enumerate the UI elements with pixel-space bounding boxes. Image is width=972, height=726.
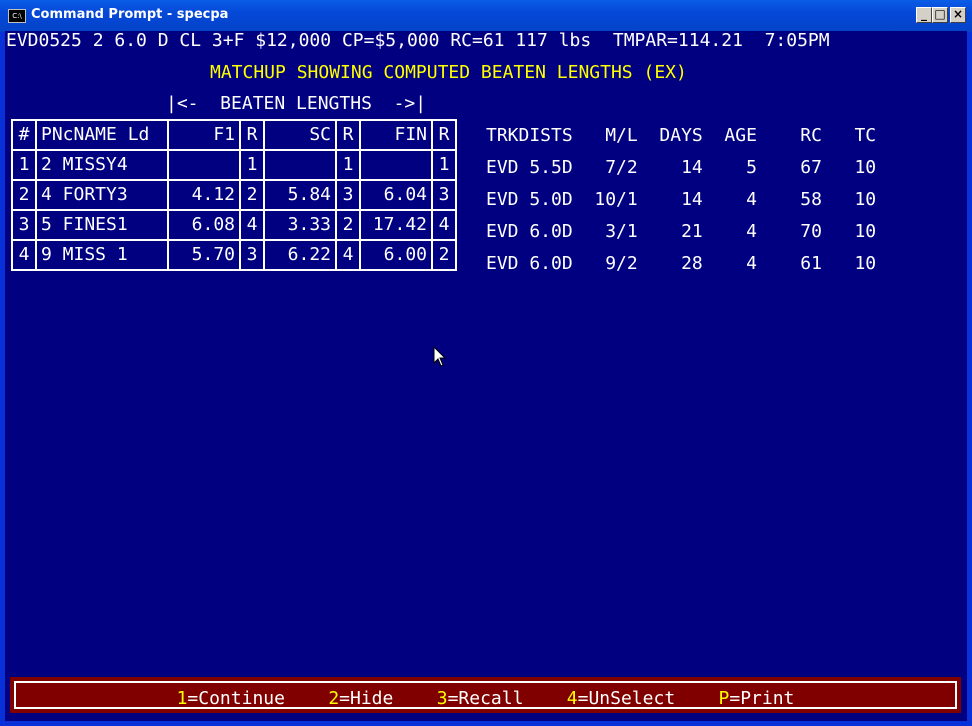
f1-rank: 4 xyxy=(239,209,265,241)
recall-key[interactable]: 3=Recall xyxy=(437,688,524,709)
row-index: 2 xyxy=(11,179,37,211)
horse-name: 5 FINES1 xyxy=(35,209,169,241)
row-index: 3 xyxy=(11,209,37,241)
column-header: PNcNAME Ld xyxy=(35,119,169,151)
column-header: SC xyxy=(263,119,337,151)
fin-rank: 1 xyxy=(431,149,457,181)
sc-rank: 1 xyxy=(335,149,361,181)
beaten-lengths-header: |<- BEATEN LENGTHS ->| xyxy=(166,93,427,114)
side-header: TRKDISTS M/L DAYS AGE RC TC xyxy=(486,125,877,146)
side-row: EVD 5.0D 10/1 14 4 58 10 xyxy=(486,189,877,210)
race-info-line: EVD0525 2 6.0 D CL 3+F $12,000 CP=$5,000… xyxy=(6,31,830,51)
sc-rank: 3 xyxy=(335,179,361,211)
report-subtitle: MATCHUP SHOWING COMPUTED BEATEN LENGTHS … xyxy=(210,62,687,83)
horse-name: 2 MISSY4 xyxy=(35,149,169,181)
fin-rank: 4 xyxy=(431,209,457,241)
column-header: # xyxy=(11,119,37,151)
column-header: F1 xyxy=(167,119,241,151)
fin-value: 6.04 xyxy=(359,179,433,211)
console-icon[interactable]: C:\ xyxy=(8,9,26,23)
side-row: EVD 6.0D 9/2 28 4 61 10 xyxy=(486,253,877,274)
function-key-list: 1=Continue 2=Hide 3=Recall 4=UnSelect P=… xyxy=(16,688,955,710)
mouse-pointer-icon xyxy=(433,346,447,367)
sc-value: 6.22 xyxy=(263,239,337,271)
console-window: C:\ Command Prompt - specpa _ □ × EVD052… xyxy=(0,0,972,726)
table-row[interactable]: 3 5 FINES1 6.08 4 3.33 2 17.42 4 xyxy=(11,209,457,241)
f1-rank: 3 xyxy=(239,239,265,271)
matchup-table: # PNcNAME Ld F1 R SC R FIN R 1 2 MISSY4 … xyxy=(11,119,457,271)
side-row: EVD 6.0D 3/1 21 4 70 10 xyxy=(486,221,877,242)
minimize-button[interactable]: _ xyxy=(916,7,932,23)
continue-key[interactable]: 1=Continue xyxy=(177,688,285,709)
table-row[interactable]: 4 9 MISS 1 5.70 3 6.22 4 6.00 2 xyxy=(11,239,457,271)
row-index: 4 xyxy=(11,239,37,271)
horse-name: 9 MISS 1 xyxy=(35,239,169,271)
column-header: R xyxy=(239,119,265,151)
f1-rank: 2 xyxy=(239,179,265,211)
sc-value xyxy=(263,149,337,181)
print-key[interactable]: P=Print xyxy=(719,688,795,709)
table-row[interactable]: 1 2 MISSY4 1 1 1 xyxy=(11,149,457,181)
table-header-row: # PNcNAME Ld F1 R SC R FIN R xyxy=(11,119,457,151)
column-header: FIN xyxy=(359,119,433,151)
unselect-key[interactable]: 4=UnSelect xyxy=(567,688,675,709)
column-header: R xyxy=(431,119,457,151)
column-header: R xyxy=(335,119,361,151)
fin-value: 17.42 xyxy=(359,209,433,241)
side-row: EVD 5.5D 7/2 14 5 67 10 xyxy=(486,157,877,178)
fin-rank: 2 xyxy=(431,239,457,271)
hide-key[interactable]: 2=Hide xyxy=(328,688,393,709)
f1-rank: 1 xyxy=(239,149,265,181)
f1-value: 5.70 xyxy=(167,239,241,271)
fin-rank: 3 xyxy=(431,179,457,211)
f1-value: 6.08 xyxy=(167,209,241,241)
maximize-button[interactable]: □ xyxy=(932,7,948,23)
row-index: 1 xyxy=(11,149,37,181)
sc-rank: 4 xyxy=(335,239,361,271)
f1-value xyxy=(167,149,241,181)
title-bar[interactable]: C:\ Command Prompt - specpa _ □ × xyxy=(0,0,972,32)
table-row[interactable]: 2 4 FORTY3 4.12 2 5.84 3 6.04 3 xyxy=(11,179,457,211)
console-area[interactable]: EVD0525 2 6.0 D CL 3+F $12,000 CP=$5,000… xyxy=(5,31,967,721)
sc-value: 3.33 xyxy=(263,209,337,241)
fin-value xyxy=(359,149,433,181)
sc-rank: 2 xyxy=(335,209,361,241)
close-button[interactable]: × xyxy=(950,7,966,23)
window-title: Command Prompt - specpa xyxy=(31,7,229,22)
function-key-bar: 1=Continue 2=Hide 3=Recall 4=UnSelect P=… xyxy=(10,677,961,713)
f1-value: 4.12 xyxy=(167,179,241,211)
fin-value: 6.00 xyxy=(359,239,433,271)
function-key-bar-frame: 1=Continue 2=Hide 3=Recall 4=UnSelect P=… xyxy=(14,681,957,709)
sc-value: 5.84 xyxy=(263,179,337,211)
horse-name: 4 FORTY3 xyxy=(35,179,169,211)
